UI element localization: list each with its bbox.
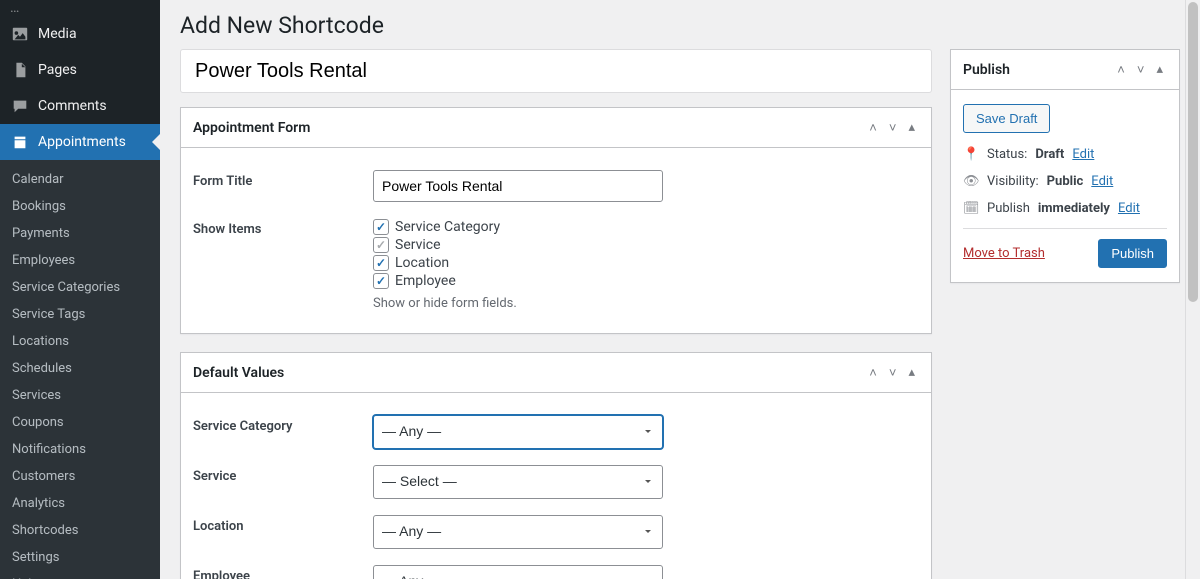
dv-location-label: Location xyxy=(193,515,373,534)
menu-item-comments[interactable]: Comments xyxy=(0,88,160,124)
dv-employee-select[interactable]: — Any — xyxy=(373,565,663,579)
publish-button[interactable]: Publish xyxy=(1098,239,1167,268)
scrollbar-thumb[interactable] xyxy=(1188,2,1198,302)
edit-publish-date-link[interactable]: Edit xyxy=(1118,201,1140,216)
submenu-employees[interactable]: Employees xyxy=(0,247,160,274)
toggle-panel-icon[interactable]: ▴ xyxy=(1152,60,1167,80)
show-items-label: Show Items xyxy=(193,218,373,237)
menu-label: Pages xyxy=(38,62,77,78)
submenu-analytics[interactable]: Analytics xyxy=(0,490,160,517)
dv-service-select[interactable]: — Select — xyxy=(373,465,663,499)
publish-label: Publish xyxy=(987,201,1030,216)
submenu-calendar[interactable]: Calendar xyxy=(0,166,160,193)
submenu-service-tags[interactable]: Service Tags xyxy=(0,301,160,328)
move-to-trash-link[interactable]: Move to Trash xyxy=(963,246,1045,261)
dv-service-category-select[interactable]: — Any — xyxy=(373,415,663,449)
show-items-hint: Show or hide form fields. xyxy=(373,296,663,311)
publish-value: immediately xyxy=(1038,201,1110,216)
dv-employee-label: Employee xyxy=(193,565,373,579)
checkbox-location[interactable] xyxy=(373,255,389,271)
pin-icon: 📍 xyxy=(963,147,979,162)
menu-item-appointments[interactable]: Appointments xyxy=(0,124,160,160)
edit-status-link[interactable]: Edit xyxy=(1072,147,1094,162)
calendar-small-icon: 🗓 xyxy=(963,201,979,216)
form-title-label: Form Title xyxy=(193,170,373,189)
form-title-input[interactable] xyxy=(373,170,663,202)
move-up-icon[interactable]: ˄ xyxy=(865,363,881,383)
checkbox-employee[interactable] xyxy=(373,273,389,289)
status-value: Draft xyxy=(1035,147,1064,162)
submenu-schedules[interactable]: Schedules xyxy=(0,355,160,382)
menu-item-media[interactable]: Media xyxy=(0,16,160,52)
menu-label: Appointments xyxy=(38,134,126,150)
checkbox-label: Location xyxy=(395,255,449,271)
visibility-value: Public xyxy=(1047,174,1084,189)
submenu-help[interactable]: Help xyxy=(0,571,160,579)
page-title: Add New Shortcode xyxy=(180,0,1180,49)
appointments-submenu: Calendar Bookings Payments Employees Ser… xyxy=(0,160,160,579)
save-draft-button[interactable]: Save Draft xyxy=(963,104,1050,133)
move-down-icon[interactable]: ˅ xyxy=(885,118,901,138)
box-heading: Default Values xyxy=(193,365,284,381)
dv-service-category-label: Service Category xyxy=(193,415,373,434)
pages-icon xyxy=(10,60,30,80)
submenu-coupons[interactable]: Coupons xyxy=(0,409,160,436)
submenu-notifications[interactable]: Notifications xyxy=(0,436,160,463)
toggle-panel-icon[interactable]: ▴ xyxy=(904,118,919,138)
menu-item-pages[interactable]: Pages xyxy=(0,52,160,88)
visibility-icon: 👁 xyxy=(963,174,979,189)
admin-sidebar: … Media Pages Comments Appointments Cale… xyxy=(0,0,160,579)
appointment-form-box: Appointment Form ˄ ˅ ▴ Form Title xyxy=(180,107,932,334)
toggle-panel-icon[interactable]: ▴ xyxy=(904,363,919,383)
main-content: Add New Shortcode Appointment Form ˄ ˅ ▴ xyxy=(160,0,1200,579)
checkbox-service-category[interactable] xyxy=(373,219,389,235)
submenu-shortcodes[interactable]: Shortcodes xyxy=(0,517,160,544)
checkbox-label: Service xyxy=(395,237,441,253)
checkbox-label: Employee xyxy=(395,273,456,289)
comments-icon xyxy=(10,96,30,116)
move-up-icon[interactable]: ˄ xyxy=(865,118,881,138)
box-heading: Appointment Form xyxy=(193,120,310,136)
menu-label: Media xyxy=(38,26,77,42)
dv-service-label: Service xyxy=(193,465,373,484)
checkbox-service[interactable] xyxy=(373,237,389,253)
submenu-payments[interactable]: Payments xyxy=(0,220,160,247)
calendar-icon xyxy=(10,132,30,152)
media-icon xyxy=(10,24,30,44)
move-down-icon[interactable]: ˅ xyxy=(1133,60,1149,80)
edit-visibility-link[interactable]: Edit xyxy=(1091,174,1113,189)
menu-label: Comments xyxy=(38,98,107,114)
submenu-settings[interactable]: Settings xyxy=(0,544,160,571)
box-heading: Publish xyxy=(963,62,1010,78)
submenu-services[interactable]: Services xyxy=(0,382,160,409)
shortcode-title-input[interactable] xyxy=(180,49,932,93)
truncated-menu-item: … xyxy=(0,0,160,16)
publish-box: Publish ˄ ˅ ▴ Save Draft 📍 Status: xyxy=(950,49,1180,283)
visibility-label: Visibility: xyxy=(987,174,1039,189)
status-label: Status: xyxy=(987,147,1027,162)
checkbox-label: Service Category xyxy=(395,219,500,235)
vertical-scrollbar[interactable] xyxy=(1185,0,1200,579)
move-up-icon[interactable]: ˄ xyxy=(1113,60,1129,80)
submenu-bookings[interactable]: Bookings xyxy=(0,193,160,220)
move-down-icon[interactable]: ˅ xyxy=(885,363,901,383)
submenu-customers[interactable]: Customers xyxy=(0,463,160,490)
default-values-box: Default Values ˄ ˅ ▴ Service Category xyxy=(180,352,932,579)
submenu-locations[interactable]: Locations xyxy=(0,328,160,355)
dv-location-select[interactable]: — Any — xyxy=(373,515,663,549)
submenu-service-categories[interactable]: Service Categories xyxy=(0,274,160,301)
